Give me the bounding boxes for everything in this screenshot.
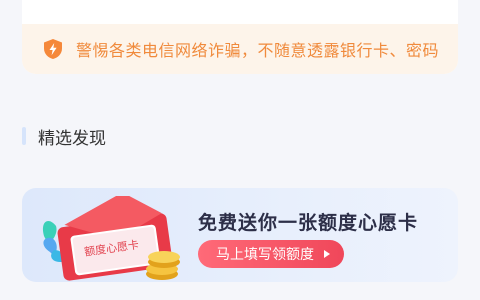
section-title: 精选发现 (38, 128, 106, 149)
claim-quota-button[interactable]: 马上填写领额度 (198, 240, 344, 268)
fraud-warning-banner[interactable]: 警惕各类电信网络诈骗，不随意透露银行卡、密码 (22, 24, 458, 74)
top-card: 警惕各类电信网络诈骗，不随意透露银行卡、密码 (22, 0, 458, 74)
promo-title: 免费送你一张额度心愿卡 (198, 212, 419, 234)
section-accent-bar (22, 127, 26, 145)
lightning-shield-icon (42, 38, 64, 60)
claim-quota-button-label: 马上填写领额度 (216, 247, 314, 263)
play-arrow-icon (324, 250, 330, 258)
promo-banner[interactable]: 额度心愿卡 免费送你一张额度心愿卡 马上填写领额度 (22, 188, 458, 282)
section-header: 精选发现 (22, 124, 106, 149)
fraud-warning-text: 警惕各类电信网络诈骗，不随意透露银行卡、密码 (76, 41, 440, 60)
